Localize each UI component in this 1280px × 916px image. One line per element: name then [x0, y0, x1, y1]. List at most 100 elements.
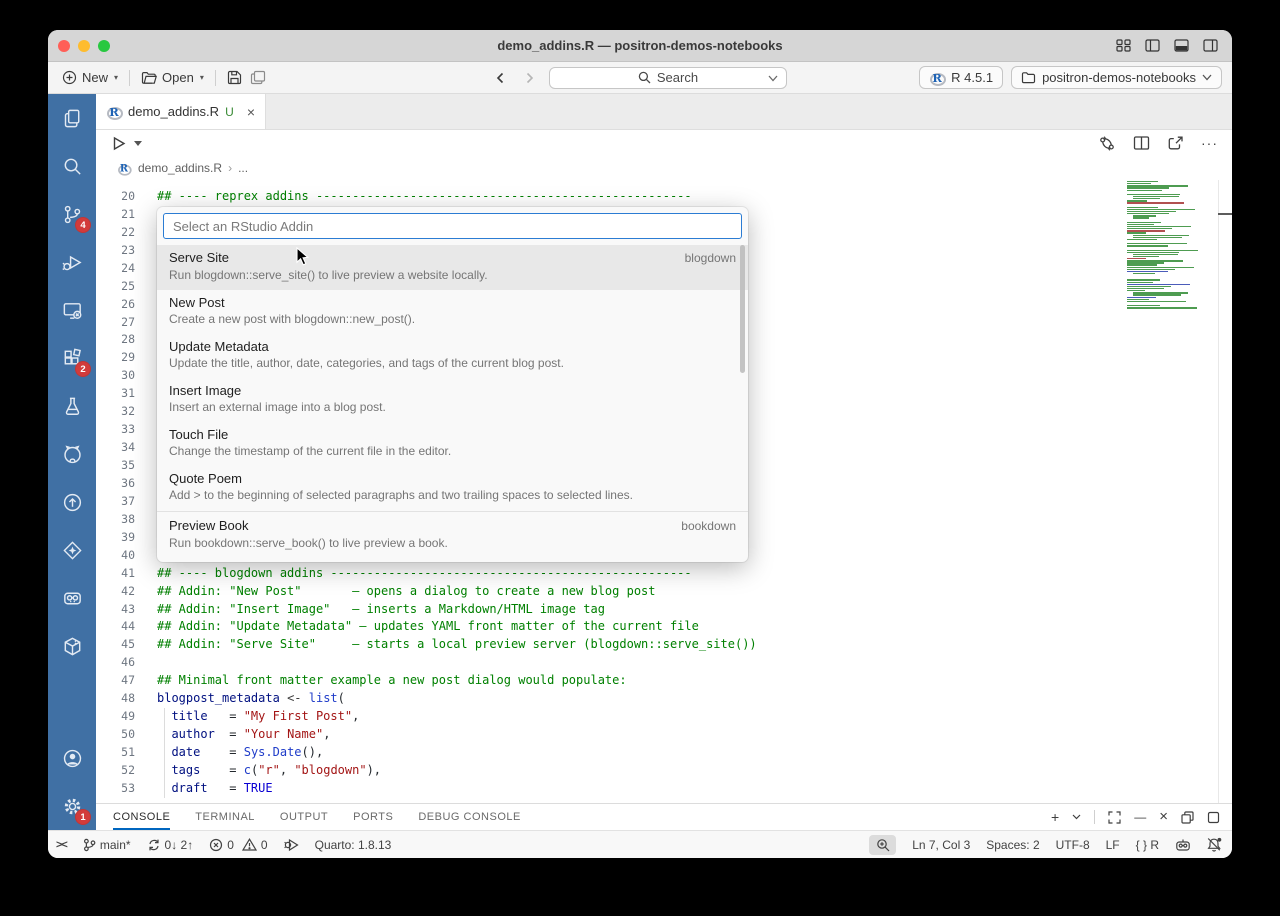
- panel-tab-console[interactable]: CONSOLE: [113, 804, 170, 830]
- minimize-panel-icon[interactable]: —: [1134, 810, 1146, 824]
- notifications-button[interactable]: [1207, 837, 1222, 852]
- panel-tab-output[interactable]: OUTPUT: [280, 804, 328, 830]
- tab-title: demo_addins.R: [128, 104, 219, 119]
- code-line: 49 title = "My First Post",: [96, 707, 1232, 725]
- quickpick-item[interactable]: Insert ImageInsert an external image int…: [157, 378, 748, 422]
- panel-tab-debug-console[interactable]: DEBUG CONSOLE: [418, 804, 520, 830]
- language-mode[interactable]: { } R: [1136, 838, 1159, 852]
- settings-button[interactable]: 1: [48, 782, 96, 830]
- circle-plus-icon: [62, 70, 77, 85]
- toggle-primary-sidebar-icon[interactable]: [1145, 39, 1160, 52]
- git-status-badge: U: [225, 105, 234, 119]
- maximize-window-icon[interactable]: [1207, 811, 1220, 824]
- quickpick-item[interactable]: Serve SiteblogdownRun blogdown::serve_si…: [157, 245, 748, 290]
- quickpick-input[interactable]: Select an RStudio Addin: [163, 213, 742, 239]
- new-console-icon[interactable]: +: [1051, 810, 1059, 824]
- restore-layout-icon[interactable]: [1181, 811, 1194, 824]
- quickpick-item[interactable]: Input LaTeX Math: [157, 558, 748, 562]
- sync-status[interactable]: 0↓ 2↑: [147, 838, 194, 852]
- sidebar-item-explorer[interactable]: [48, 94, 96, 142]
- sidebar-item-testing[interactable]: [48, 382, 96, 430]
- customize-layout-icon[interactable]: [1116, 39, 1131, 52]
- interpreter-label: R 4.5.1: [951, 70, 993, 85]
- open-button-label: Open: [162, 70, 194, 85]
- save-button[interactable]: [223, 66, 246, 90]
- code-line: 52 tags = c("r", "blogdown"),: [96, 761, 1232, 779]
- cursor-position[interactable]: Ln 7, Col 3: [912, 838, 970, 852]
- panel-tab-terminal[interactable]: TERMINAL: [195, 804, 255, 830]
- more-actions-icon[interactable]: ···: [1201, 138, 1218, 148]
- new-button[interactable]: New ▾: [58, 66, 122, 90]
- quickpick-scrollbar[interactable]: [740, 245, 745, 373]
- split-editor-icon[interactable]: [1133, 135, 1150, 151]
- debug-status[interactable]: [284, 838, 299, 852]
- encoding[interactable]: UTF-8: [1056, 838, 1090, 852]
- line-number: 20: [96, 189, 135, 203]
- quickpick-item[interactable]: Quote PoemAdd > to the beginning of sele…: [157, 466, 748, 510]
- toggle-panel-icon[interactable]: [1174, 39, 1189, 52]
- navigate-forward-icon[interactable]: [521, 70, 537, 86]
- panel-tab-ports[interactable]: PORTS: [353, 804, 393, 830]
- editor-scrollbar[interactable]: [1218, 180, 1232, 803]
- sidebar-item-quarto[interactable]: [48, 526, 96, 574]
- zoom-button[interactable]: [869, 835, 896, 855]
- sidebar-item-assistant[interactable]: [48, 574, 96, 622]
- sidebar-item-search[interactable]: [48, 142, 96, 190]
- quickpick-item[interactable]: Preview BookbookdownRun bookdown::serve_…: [157, 513, 748, 558]
- quickpick-item[interactable]: New PostCreate a new post with blogdown:…: [157, 290, 748, 334]
- problems-status[interactable]: 0 0: [209, 838, 267, 852]
- global-search-input[interactable]: Search: [549, 67, 787, 89]
- minimap[interactable]: [1125, 181, 1213, 314]
- line-number: 41: [96, 566, 135, 580]
- git-branch-status[interactable]: main*: [83, 838, 131, 852]
- sidebar-item-source-control[interactable]: 4: [48, 190, 96, 238]
- sidebar-item-console[interactable]: [48, 286, 96, 334]
- maximize-panel-icon[interactable]: [1108, 811, 1121, 824]
- open-in-new-window-icon[interactable]: [1167, 135, 1184, 151]
- title-bar: demo_addins.R — positron-demos-notebooks: [48, 30, 1232, 62]
- toggle-secondary-sidebar-icon[interactable]: [1203, 39, 1218, 52]
- sidebar-item-extensions[interactable]: 2: [48, 334, 96, 382]
- quickpick-item-label: New Post: [169, 294, 225, 311]
- interpreter-selector[interactable]: R R 4.5.1: [919, 66, 1003, 89]
- quickpick-item-source: blogdown: [685, 250, 736, 267]
- breadcrumb-file[interactable]: demo_addins.R: [138, 161, 222, 175]
- open-button[interactable]: Open ▾: [137, 66, 208, 90]
- save-all-button[interactable]: [246, 66, 270, 90]
- top-action-bar: New ▾ Open ▾ Search R R: [48, 62, 1232, 94]
- tab-demo-addins[interactable]: R demo_addins.R U ×: [96, 94, 266, 129]
- quarto-status[interactable]: Quarto: 1.8.13: [315, 838, 392, 852]
- quickpick-item[interactable]: Update MetadataUpdate the title, author,…: [157, 334, 748, 378]
- account-button[interactable]: [48, 734, 96, 782]
- eol-sequence[interactable]: LF: [1106, 838, 1120, 852]
- chevron-down-icon[interactable]: [1072, 814, 1081, 820]
- chevron-down-icon[interactable]: [768, 75, 778, 82]
- close-panel-icon[interactable]: ×: [1159, 810, 1168, 824]
- code-line: 20## ---- reprex addins ----------------…: [96, 187, 1232, 205]
- navigate-back-icon[interactable]: [493, 70, 509, 86]
- breadcrumb[interactable]: R demo_addins.R › ...: [96, 156, 1232, 180]
- close-tab-icon[interactable]: ×: [247, 104, 255, 120]
- window-title: demo_addins.R — positron-demos-notebooks: [48, 38, 1232, 53]
- new-button-label: New: [82, 70, 108, 85]
- open-changes-icon[interactable]: [1098, 135, 1116, 152]
- quickpick-item-label: Preview Book: [169, 517, 248, 534]
- indentation[interactable]: Spaces: 2: [986, 838, 1039, 852]
- code-editor[interactable]: 20## ---- reprex addins ----------------…: [96, 180, 1232, 803]
- copilot-button[interactable]: [1175, 838, 1191, 852]
- sidebar-item-run-debug[interactable]: [48, 238, 96, 286]
- quickpick-item[interactable]: Touch FileChange the timestamp of the cu…: [157, 422, 748, 466]
- sidebar-item-publish[interactable]: [48, 478, 96, 526]
- line-number: 33: [96, 422, 135, 436]
- line-number: 27: [96, 315, 135, 329]
- line-number: 51: [96, 745, 135, 759]
- sidebar-item-github[interactable]: [48, 430, 96, 478]
- line-number: 40: [96, 548, 135, 562]
- remote-indicator[interactable]: ><: [56, 839, 67, 851]
- workspace-selector[interactable]: positron-demos-notebooks: [1011, 66, 1222, 89]
- sidebar-item-packages[interactable]: [48, 622, 96, 670]
- run-file-button[interactable]: [110, 135, 142, 152]
- mouse-cursor: [296, 247, 309, 266]
- breadcrumb-more[interactable]: ...: [238, 161, 248, 175]
- search-placeholder: Search: [657, 70, 698, 85]
